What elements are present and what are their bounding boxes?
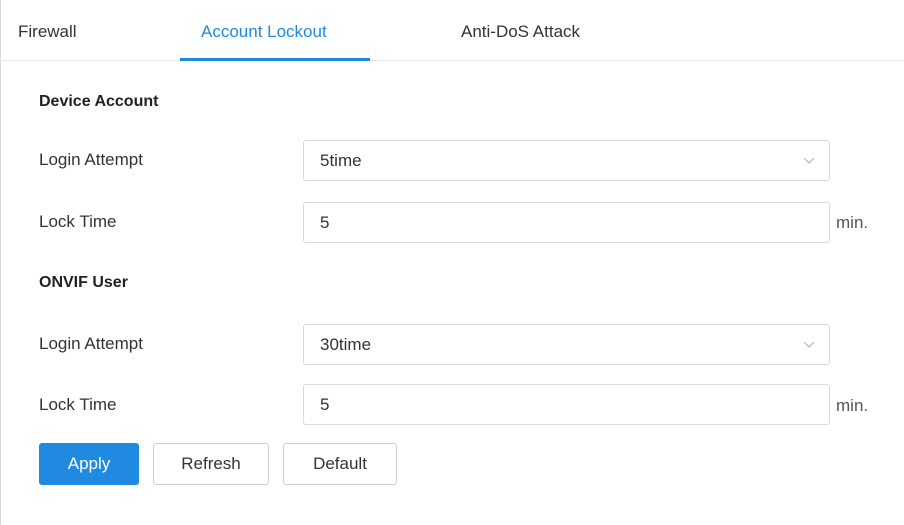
tab-anti-dos-attack[interactable]: Anti-DoS Attack bbox=[461, 22, 580, 42]
device-account-title: Device Account bbox=[39, 93, 159, 110]
refresh-button[interactable]: Refresh bbox=[153, 443, 269, 485]
device-lock-time-label: Lock Time bbox=[39, 212, 117, 231]
onvif-login-attempt-value: 30time bbox=[320, 335, 372, 354]
onvif-lock-time-input[interactable] bbox=[303, 384, 830, 425]
chevron-down-icon bbox=[803, 341, 815, 348]
default-button[interactable]: Default bbox=[283, 443, 397, 485]
onvif-login-attempt-label: Login Attempt bbox=[39, 334, 143, 353]
tab-bar: Firewall Account Lockout Anti-DoS Attack bbox=[0, 0, 904, 61]
onvif-lock-time-label: Lock Time bbox=[39, 395, 117, 414]
onvif-user-title: ONVIF User bbox=[39, 274, 128, 291]
device-lock-time-unit: min. bbox=[836, 213, 869, 232]
apply-button[interactable]: Apply bbox=[39, 443, 139, 485]
tab-firewall[interactable]: Firewall bbox=[18, 22, 77, 42]
onvif-login-attempt-select[interactable]: 30time bbox=[303, 324, 830, 365]
tab-account-lockout[interactable]: Account Lockout bbox=[201, 22, 327, 42]
device-login-attempt-select[interactable]: 5time bbox=[303, 140, 830, 181]
device-login-attempt-label: Login Attempt bbox=[39, 150, 143, 169]
onvif-lock-time-unit: min. bbox=[836, 396, 869, 415]
chevron-down-icon bbox=[803, 157, 815, 164]
device-login-attempt-value: 5time bbox=[320, 151, 362, 170]
active-tab-indicator bbox=[180, 58, 370, 61]
device-lock-time-input[interactable] bbox=[303, 202, 830, 243]
